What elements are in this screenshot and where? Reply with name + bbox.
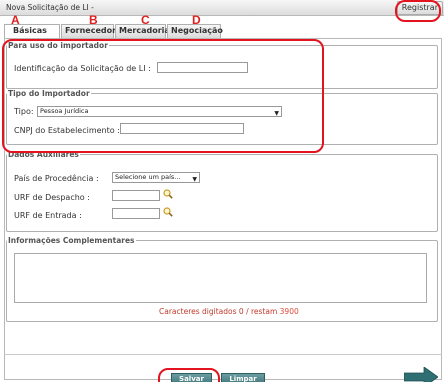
window-titlebar: Nova Solicitação de LI - Registrar [0,0,444,16]
typed-count: 0 [238,307,244,316]
entry-urf-label: URF de Entrada : [14,211,82,220]
tab-fornecedor[interactable]: Fornecedor [61,24,117,38]
magnifier-icon[interactable] [163,207,173,217]
tab-negociacao[interactable]: Negociação [167,24,223,38]
request-id-input[interactable] [157,62,248,73]
tab-label: Mercadoria [119,26,170,35]
register-button[interactable]: Registrar [396,1,443,15]
country-select[interactable]: Selecione um país... ▼ [112,172,200,183]
chevron-down-icon: ▼ [274,110,279,117]
request-id-label: Identificação da Solicitação de LI : [14,64,151,73]
remaining-count: 3900 [279,307,299,316]
chevron-down-icon: ▼ [192,176,197,183]
group-legend: Tipo do Importador [8,89,90,98]
importer-type-select[interactable]: Pessoa Jurídica ▼ [37,106,282,117]
group-legend: Informações Complementares [8,236,135,245]
character-counter: Caracteres digitados 0 / restam 3900 [159,307,299,316]
importer-type-label: Tipo: [14,107,34,116]
tab-label: Básicas [13,26,47,35]
cnpj-label: CNPJ do Estabelecimento : [14,126,120,135]
tab-basicas[interactable]: Básicas [4,24,60,39]
country-label: País de Procedência : [14,174,99,183]
dispatch-urf-label: URF de Despacho : [14,193,90,202]
select-value: Pessoa Jurídica [40,107,89,115]
tab-label: Negociação [171,26,223,35]
magnifier-icon[interactable] [163,189,173,199]
tab-label: Fornecedor [65,26,117,35]
group-legend: Dados Auxiliares [8,150,79,159]
group-legend: Para uso do importador [8,41,108,50]
dispatch-urf-input[interactable] [112,190,160,201]
entry-urf-input[interactable] [112,208,160,219]
select-value: Selecione um país... [115,173,181,181]
complementary-info-textarea[interactable] [14,253,427,303]
importer-type-group: Tipo do Importador [6,89,438,145]
tab-mercadoria[interactable]: Mercadoria [115,24,170,38]
arrow-right-icon[interactable] [404,367,438,382]
cnpj-input[interactable] [120,123,244,134]
clear-button[interactable]: Limpar [221,373,265,382]
counter-separator: / restam [246,307,278,316]
window-title: Nova Solicitação de LI - [6,3,94,12]
counter-prefix: Caracteres digitados [159,307,237,316]
save-button[interactable]: Salvar [171,373,212,382]
